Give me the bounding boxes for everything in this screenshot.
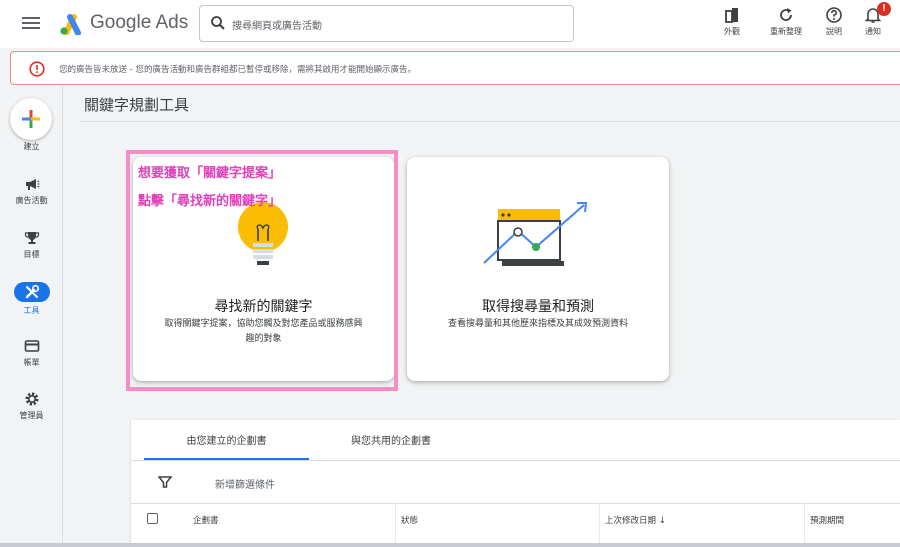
appearance-button[interactable]: 外觀 [712, 4, 752, 44]
sidebar-item-create[interactable]: 建立 [0, 138, 63, 152]
card-description: 查看搜尋量和其他歷來指標及其成效預測資料 [447, 319, 628, 329]
tab-my-plans[interactable]: 由您建立的企劃書 [144, 420, 309, 460]
column-header-status[interactable]: 狀態 [401, 514, 418, 526]
google-ads-logo [60, 14, 81, 35]
column-header-forecast-period[interactable]: 預測期間 [810, 514, 844, 526]
select-all-checkbox[interactable] [147, 513, 158, 524]
notification-badge: ! [877, 2, 891, 16]
tabs-divider [131, 460, 900, 461]
error-icon [29, 61, 45, 77]
sidebar-item-billing[interactable]: 帳單 [0, 338, 63, 368]
goals-label: 目標 [23, 250, 40, 259]
refresh-icon [780, 8, 792, 21]
get-search-volume-card[interactable]: 取得搜尋量和預測 查看搜尋量和其他歷來指標及其成效預測資料 [407, 157, 669, 381]
create-label: 建立 [23, 142, 40, 151]
help-icon [826, 7, 842, 23]
column-header-last-modified[interactable]: 上次修改日期 ↓ [605, 514, 666, 526]
help-label: 說明 [826, 27, 842, 36]
filter-icon[interactable] [158, 475, 172, 489]
page-title: 關鍵字規劃工具 [84, 96, 190, 114]
add-filter-button[interactable]: 新增篩選條件 [215, 476, 275, 491]
credit-card-icon [24, 340, 39, 352]
gear-icon [25, 392, 38, 406]
search-icon [211, 16, 225, 30]
tools-active-indicator [13, 282, 50, 302]
campaigns-label: 廣告活動 [15, 196, 48, 205]
help-button[interactable]: 說明 [814, 4, 854, 44]
tools-icon [25, 284, 39, 299]
card-description: 取得關鍵字提案，協助您觸及對您產品或服務感興趣的對象 [164, 319, 363, 344]
column-divider [395, 503, 396, 547]
hamburger-menu-icon[interactable] [22, 14, 40, 34]
sidebar-item-campaigns[interactable]: 廣告活動 [0, 176, 63, 206]
top-bar: Google Ads 搜尋網頁或廣告活動 外觀 重新整理 說明 ! 通知 [0, 0, 900, 48]
card-title: 取得搜尋量和預測 [482, 299, 594, 315]
column-header-plan[interactable]: 企劃書 [193, 514, 219, 526]
left-navigation: 建立 廣告活動 目標 工具 帳單 管理員 [0, 86, 63, 547]
admin-label: 管理員 [19, 411, 44, 420]
annotation-line-2: 點擊「尋找新的關鍵字」 [138, 194, 282, 209]
trend-chart-icon [483, 202, 588, 266]
brand-name: Google Ads [90, 12, 189, 33]
column-divider [599, 503, 600, 547]
column-divider [804, 503, 805, 547]
notifications-button[interactable]: ! 通知 [853, 2, 893, 44]
filter-divider [131, 503, 900, 504]
bottom-scrollbar[interactable] [0, 543, 900, 547]
search-placeholder: 搜尋網頁或廣告活動 [232, 21, 322, 32]
card-title: 尋找新的關鍵字 [214, 299, 313, 315]
sidebar-item-tools[interactable]: 工具 [0, 282, 63, 316]
sidebar-item-goals[interactable]: 目標 [0, 230, 63, 260]
megaphone-icon [25, 179, 39, 190]
plus-icon [22, 110, 40, 128]
appearance-icon [725, 8, 738, 23]
appearance-label: 外觀 [724, 27, 740, 36]
sidebar-item-admin[interactable]: 管理員 [0, 391, 63, 421]
search-input[interactable]: 搜尋網頁或廣告活動 [199, 5, 574, 42]
title-divider [80, 121, 900, 122]
plans-panel: 由您建立的企劃書 與您共用的企劃書 新增篩選條件 企劃書 狀態 上次修改日期 ↓… [131, 420, 900, 547]
create-button[interactable] [10, 98, 52, 140]
refresh-label: 重新整理 [770, 27, 802, 36]
notifications-label: 通知 [865, 27, 881, 36]
alert-message: 您的廣告皆未放送 - 您的廣告活動和廣告群組都已暫停或移除，需將其啟用才能開始顯… [59, 65, 416, 75]
status-alert: 您的廣告皆未放送 - 您的廣告活動和廣告群組都已暫停或移除，需將其啟用才能開始顯… [10, 51, 900, 85]
tools-label: 工具 [23, 306, 40, 315]
billing-label: 帳單 [23, 358, 40, 367]
lightbulb-icon [238, 202, 288, 265]
refresh-button[interactable]: 重新整理 [766, 4, 806, 44]
trophy-icon [24, 232, 39, 244]
annotation-line-1: 想要獲取「關鍵字提案」 [138, 166, 282, 181]
tab-shared-plans[interactable]: 與您共用的企劃書 [331, 420, 451, 460]
